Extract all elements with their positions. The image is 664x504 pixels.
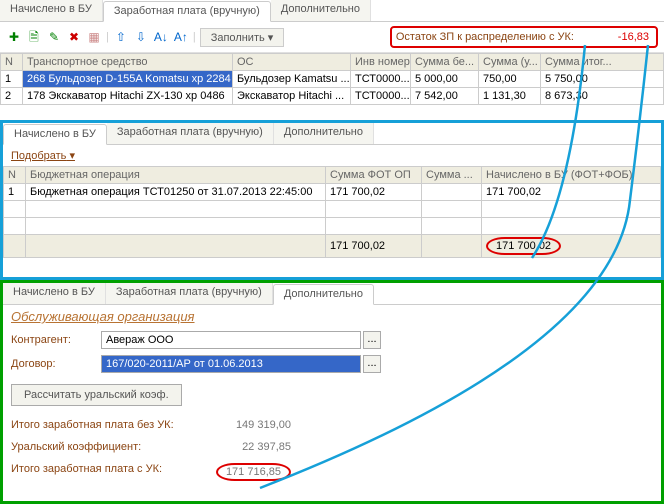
th-bo: Бюджетная операция bbox=[26, 167, 326, 184]
th-su2: Сумма ... bbox=[422, 167, 482, 184]
edit-icon[interactable]: ✎ bbox=[46, 29, 62, 45]
table-row[interactable]: 1 268 Бульдозер D-155A Komatsu хр 2284 7… bbox=[1, 71, 664, 88]
th-nb: Начислено в БУ (ФОТ+ФОБ) bbox=[482, 167, 661, 184]
tab-dopolnitelno-3[interactable]: Дополнительно bbox=[273, 284, 374, 305]
kontragent-lookup-button[interactable]: ... bbox=[363, 331, 381, 349]
tab-nachisleno-2[interactable]: Начислено в БУ bbox=[3, 124, 107, 145]
dogovor-label: Договор: bbox=[11, 358, 101, 370]
table-row[interactable]: 2 178 Экскаватор Hitachi ZX-130 хр 0486 … bbox=[1, 88, 664, 105]
add-icon[interactable]: ✚ bbox=[6, 29, 22, 45]
tab-dopolnitelno-2[interactable]: Дополнительно bbox=[274, 123, 374, 144]
th-si: Сумма итог... bbox=[541, 54, 664, 71]
top-table: N Транспортное средство ОС Инв номер Сум… bbox=[0, 53, 664, 105]
empty-row bbox=[4, 201, 661, 218]
down-icon[interactable]: ⇩ bbox=[133, 29, 149, 45]
mid-tabs: Начислено в БУ Заработная плата (вручную… bbox=[3, 123, 661, 145]
tab-dopolnitelno[interactable]: Дополнительно bbox=[271, 0, 371, 21]
ostatok-box: Остаток ЗП к распределению с УК: -16,83 bbox=[390, 26, 658, 48]
ostatok-label: Остаток ЗП к распределению с УК: bbox=[396, 31, 574, 43]
dogovor-lookup-button[interactable]: ... bbox=[363, 355, 381, 373]
bot-tabs: Начислено в БУ Заработная плата (вручную… bbox=[3, 283, 661, 305]
sort-desc-icon[interactable]: A↑ bbox=[173, 29, 189, 45]
tab-zarplata-2[interactable]: Заработная плата (вручную) bbox=[107, 123, 274, 144]
total-nb-circled: 171 700,02 bbox=[486, 237, 561, 255]
budget-table: N Бюджетная операция Сумма ФОТ ОП Сумма … bbox=[3, 166, 661, 258]
delete-icon[interactable]: ✖ bbox=[66, 29, 82, 45]
th-os: ОС bbox=[233, 54, 351, 71]
th-su: Сумма (у... bbox=[479, 54, 541, 71]
tab-nachisleno-3[interactable]: Начислено в БУ bbox=[3, 283, 106, 304]
th-n: N bbox=[1, 54, 23, 71]
total-ural-label: Уральский коэффициент: bbox=[11, 441, 191, 453]
calc-ural-button[interactable]: Рассчитать уральский коэф. bbox=[11, 384, 182, 406]
total-bez-uk-value: 149 319,00 bbox=[191, 419, 291, 431]
kontragent-label: Контрагент: bbox=[11, 334, 101, 346]
fill-button[interactable]: Заполнить ▾ bbox=[200, 28, 285, 47]
th-sfo: Сумма ФОТ ОП bbox=[326, 167, 422, 184]
podobrat-link[interactable]: Подобрать ▾ bbox=[3, 145, 661, 166]
empty-row bbox=[4, 218, 661, 235]
total-s-uk-value: 171 716,85 bbox=[191, 463, 291, 481]
th-ts: Транспортное средство bbox=[23, 54, 233, 71]
kontragent-input[interactable] bbox=[101, 331, 361, 349]
table-row[interactable]: 1 Бюджетная операция ТСТ01250 от 31.07.2… bbox=[4, 184, 661, 201]
total-s-uk-label: Итого заработная плата с УК: bbox=[11, 463, 191, 481]
add-copy-icon[interactable]: 🗎 bbox=[26, 29, 42, 45]
total-bez-uk-label: Итого заработная плата без УК: bbox=[11, 419, 191, 431]
tab-zarplata-3[interactable]: Заработная плата (вручную) bbox=[106, 283, 273, 304]
top-tabs: Начислено в БУ Заработная плата (вручную… bbox=[0, 0, 664, 22]
clear-icon[interactable]: ▦ bbox=[86, 29, 102, 45]
tab-zarplata[interactable]: Заработная плата (вручную) bbox=[103, 1, 271, 22]
sort-asc-icon[interactable]: A↓ bbox=[153, 29, 169, 45]
org-title: Обслуживающая организация bbox=[3, 305, 661, 328]
th-n2: N bbox=[4, 167, 26, 184]
dogovor-input[interactable]: 167/020-2011/АР от 01.06.2013 bbox=[101, 355, 361, 373]
up-icon[interactable]: ⇧ bbox=[113, 29, 129, 45]
totals-row: 171 700,02 171 700,02 bbox=[4, 235, 661, 258]
th-sb: Сумма бе... bbox=[411, 54, 479, 71]
tab-nachisleno[interactable]: Начислено в БУ bbox=[0, 0, 103, 21]
th-inv: Инв номер bbox=[351, 54, 411, 71]
total-ural-value: 22 397,85 bbox=[191, 441, 291, 453]
ostatok-value: -16,83 bbox=[582, 30, 652, 44]
